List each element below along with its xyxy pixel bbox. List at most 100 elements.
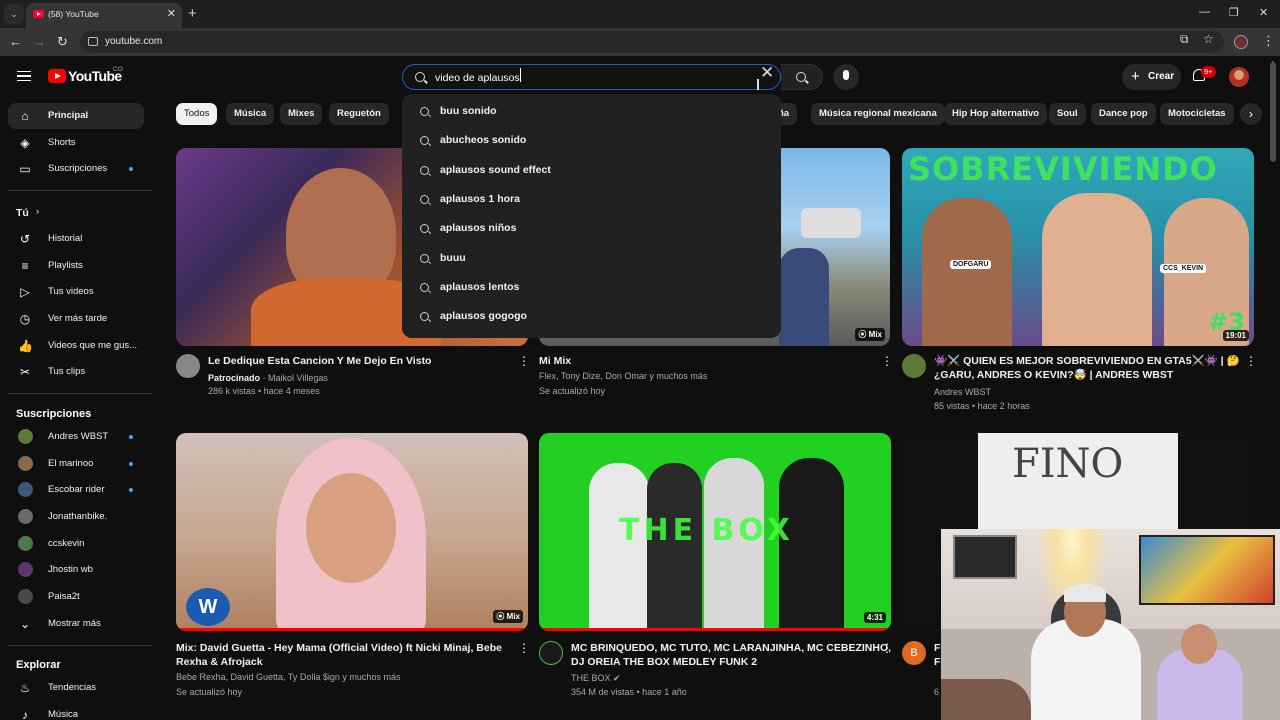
video-thumbnail[interactable]: THE BOX 4:31 — [539, 433, 891, 631]
video-title[interactable]: FF — [934, 641, 940, 669]
video-title-line: MC BRINQUEDO, MC TUTO, MC LARANJINHA, MC… — [571, 642, 892, 654]
tab-search-button[interactable]: ⌄ — [4, 4, 24, 24]
home-icon: ⌂ — [21, 109, 29, 123]
sidebar-sub-andres-wbst[interactable]: Andres WBST — [8, 424, 144, 450]
youtube-logo-icon[interactable] — [48, 69, 66, 83]
suggestion-text: abucheos sonido — [440, 134, 527, 146]
video-channel[interactable]: Flex, Tony Dize, Don Omar y muchos más — [539, 369, 707, 383]
chip-hip-hop-alternativo[interactable]: Hip Hop alternativo — [944, 103, 1048, 125]
back-icon[interactable]: ← — [9, 34, 22, 49]
chip-mixes[interactable]: Mixes — [280, 103, 323, 125]
chip-regueton[interactable]: Reguetón — [329, 103, 389, 125]
sidebar-item-home[interactable]: ⌂ Principal — [8, 103, 144, 129]
video-title[interactable]: Le Dedique Esta Cancion Y Me Dejo En Vis… — [208, 354, 508, 368]
sidebar-item-history[interactable]: ↺ Historial — [8, 226, 144, 252]
menu-icon[interactable] — [17, 71, 31, 81]
more-options-icon[interactable]: ⋮ — [881, 641, 893, 655]
more-options-icon[interactable]: ⋮ — [518, 641, 530, 655]
sidebar-item-music[interactable]: ♪ Música — [8, 702, 144, 720]
video-title[interactable]: 👾⚔️ QUIEN ES MEJOR SOBREVIVIENDO EN GTA5… — [934, 354, 1244, 382]
sidebar-sub-escobar-rider[interactable]: Escobar rider — [8, 477, 144, 503]
channel-avatar[interactable] — [539, 641, 563, 665]
video-channel[interactable]: Patrocinado · Maikol Villegas — [208, 371, 328, 385]
more-options-icon[interactable]: ⋮ — [518, 354, 530, 368]
video-channel[interactable]: Bebe Rexha, David Guetta, Ty Dolla $ign … — [176, 670, 400, 684]
site-info-icon[interactable] — [88, 37, 98, 46]
avatar — [18, 562, 33, 577]
more-options-icon[interactable]: ⋮ — [881, 354, 893, 368]
sidebar-sub-ccskevin[interactable]: ccskevin — [8, 531, 144, 557]
browser-menu-icon[interactable]: ⋮ — [1262, 33, 1275, 49]
arm-foreground — [941, 679, 1031, 720]
sidebar-item-playlists[interactable]: ≡ Playlists — [8, 253, 144, 279]
page-scrollbar[interactable] — [1270, 62, 1276, 162]
new-tab-icon[interactable]: + — [188, 5, 197, 22]
sidebar-sub-el-marinoo[interactable]: El marinoo — [8, 451, 144, 477]
reload-icon[interactable]: ↻ — [57, 34, 68, 50]
channel-avatar[interactable] — [902, 354, 926, 378]
browser-profile-avatar[interactable] — [1234, 35, 1248, 49]
suggestion-item[interactable]: aplausos niños — [402, 214, 781, 243]
suggestion-item[interactable]: aplausos lentos — [402, 273, 781, 302]
account-avatar[interactable] — [1229, 67, 1249, 87]
chip-dance-pop[interactable]: Dance pop — [1091, 103, 1156, 125]
channel-name: Maikol Villegas — [268, 373, 328, 383]
suggestion-item[interactable]: abucheos sonido — [402, 126, 781, 155]
sidebar-item-subscriptions[interactable]: ▭ Suscripciones — [8, 156, 144, 182]
tab-close-icon[interactable]: ✕ — [167, 7, 176, 20]
maximize-icon[interactable]: ❐ — [1229, 6, 1239, 19]
video-channel[interactable]: THE BOX ✔ — [571, 671, 621, 685]
more-options-icon[interactable]: ⋮ — [1245, 354, 1257, 368]
bookmark-star-icon[interactable]: ☆ — [1203, 32, 1214, 46]
chip-motocicletas[interactable]: Motocicletas — [1160, 103, 1234, 125]
sidebar-item-label: Andres WBST — [48, 431, 109, 442]
suggestion-item[interactable]: aplausos 1 hora — [402, 185, 781, 214]
create-button[interactable]: + Crear — [1122, 64, 1181, 90]
sidebar-item-clips[interactable]: ✂ Tus clips — [8, 359, 144, 385]
clear-search-icon[interactable]: ✕ — [760, 63, 774, 83]
sidebar-item-liked[interactable]: 👍 Videos que me gus... — [8, 333, 144, 359]
channel-avatar[interactable] — [176, 354, 200, 378]
suggestion-item[interactable]: buuu — [402, 244, 781, 273]
sidebar-item-watch-later[interactable]: ◷ Ver más tarde — [8, 306, 144, 332]
sidebar-item-you[interactable]: Tú › — [8, 200, 144, 226]
video-title[interactable]: Mix: David Guetta - Hey Mama (Official V… — [176, 641, 506, 669]
thumbnail-title-text: SOBREVIVIENDO — [908, 150, 1218, 188]
sidebar-sub-jonathanbike[interactable]: Jonathanbike. — [8, 504, 144, 530]
url-field[interactable]: youtube.com — [80, 31, 1224, 53]
voice-search-button[interactable] — [833, 64, 859, 90]
minimize-icon[interactable]: — — [1199, 6, 1210, 18]
forward-icon[interactable]: → — [33, 34, 46, 49]
search-box[interactable] — [402, 64, 781, 90]
channel-avatar[interactable]: B — [902, 641, 926, 665]
sidebar-item-shorts[interactable]: ◈ Shorts — [8, 130, 144, 156]
search-input[interactable] — [435, 70, 735, 86]
sidebar-item-your-videos[interactable]: ▷ Tus videos — [8, 279, 144, 305]
suggestion-text: buuu — [440, 252, 466, 264]
sidebar-item-label: Tú — [16, 207, 29, 219]
video-title-line: Mix: David Guetta - Hey Mama (Official V… — [176, 642, 502, 654]
browser-tab[interactable]: (58) YouTube ✕ — [26, 3, 182, 28]
video-thumbnail[interactable]: W ⦿ Mix — [176, 433, 528, 631]
suggestion-item[interactable]: aplausos gogogo — [402, 302, 781, 331]
suggestion-item[interactable]: aplausos sound effect — [402, 156, 781, 185]
search-button[interactable] — [781, 64, 823, 90]
video-meta: Se actualizó hoy — [176, 687, 243, 697]
chip-soul[interactable]: Soul — [1049, 103, 1086, 125]
video-title[interactable]: MC BRINQUEDO, MC TUTO, MC LARANJINHA, MC… — [571, 641, 891, 669]
sidebar-item-trending[interactable]: ♨ Tendencias — [8, 675, 144, 701]
sidebar-show-more[interactable]: ⌄ Mostrar más — [8, 611, 144, 637]
video-title[interactable]: Mi Mix — [539, 354, 571, 368]
video-channel[interactable]: Andres WBST — [934, 385, 991, 399]
chevron-right-icon[interactable]: › — [1240, 103, 1262, 125]
chip-musica[interactable]: Música — [226, 103, 275, 125]
sidebar-sub-jhostin-wb[interactable]: Jhostin wb — [8, 557, 144, 583]
sidebar-sub-paisa2t[interactable]: Paisa2t — [8, 584, 144, 610]
video-thumbnail[interactable]: SOBREVIVIENDO DOFGARU CCS_KEVIN #3 19:01 — [902, 148, 1254, 346]
suggestion-item[interactable]: buu sonido — [402, 97, 781, 126]
close-window-icon[interactable]: ✕ — [1259, 6, 1268, 19]
install-app-icon[interactable]: ⧉ — [1180, 32, 1189, 47]
chip-musica-regional-mexicana[interactable]: Música regional mexicana — [811, 103, 945, 125]
chip-todos[interactable]: Todos — [176, 103, 218, 125]
search-icon — [420, 283, 429, 292]
